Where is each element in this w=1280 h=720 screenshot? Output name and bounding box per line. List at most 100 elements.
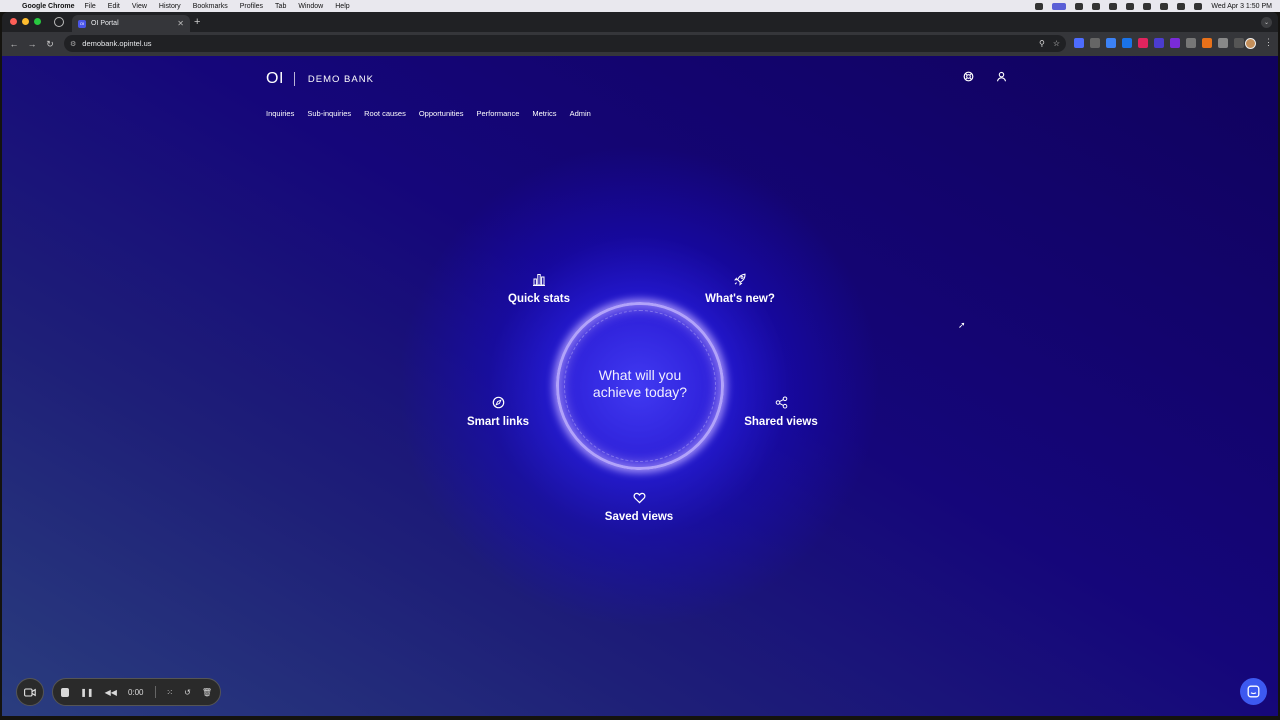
mic-icon[interactable] [1035,2,1044,10]
menu-profiles[interactable]: Profiles [240,3,263,10]
menubar-status-area: Wed Apr 3 1:50 PM [1035,0,1272,12]
pinned-tab-icon[interactable] [54,17,64,27]
menubar-app-name[interactable]: Google Chrome [22,3,75,10]
help-ring-icon[interactable] [961,71,975,85]
status-app-icon[interactable] [1092,2,1101,10]
browser-toolbar: ← → ↻ ⚙ demobank.opintel.us ⚲ ☆ ⋮ [2,32,1278,56]
tab-search-button[interactable]: ⌄ [1261,17,1272,28]
orb-prompt: What will you achieve today? [572,367,708,401]
status-app-icon[interactable] [1109,2,1118,10]
nav-admin[interactable]: Admin [570,109,591,118]
tab-title: OI Portal [91,20,119,27]
main-nav: Inquiries Sub-inquiries Root causes Oppo… [266,109,591,118]
url-text[interactable]: demobank.opintel.us [82,39,151,48]
menu-edit[interactable]: Edit [108,3,120,10]
nav-inquiries[interactable]: Inquiries [266,109,294,118]
tab-strip: OI OI Portal ✕ + ⌄ [2,12,1278,32]
back-button[interactable]: ← [5,39,23,49]
extension-icon[interactable] [1090,38,1100,48]
menu-view[interactable]: View [132,3,147,10]
menu-bookmarks[interactable]: Bookmarks [193,3,228,10]
shared-views-label: Shared views [744,416,818,428]
nav-metrics[interactable]: Metrics [532,109,556,118]
chat-launcher-button[interactable] [1240,678,1267,705]
extension-icon[interactable] [1186,38,1196,48]
menu-file[interactable]: File [85,3,96,10]
clock[interactable]: Wed Apr 3 1:50 PM [1211,3,1272,10]
quick-stats-button[interactable]: Quick stats [502,273,576,307]
bank-name: DEMO BANK [307,73,374,85]
favicon: OI [78,19,86,28]
extension-icon[interactable] [1122,38,1132,48]
nav-sub-inquiries[interactable]: Sub-inquiries [307,109,351,118]
address-bar[interactable]: ⚙ demobank.opintel.us ⚲ ☆ [64,35,1066,52]
profile-avatar[interactable] [1245,38,1256,49]
zoom-icon[interactable]: ⚲ [1039,39,1045,48]
brand-logo[interactable]: OI DEMO BANK [266,70,374,88]
search-icon[interactable] [1194,2,1203,10]
share-icon [740,396,822,410]
saved-views-button[interactable]: Saved views [600,491,678,525]
rewind-icon[interactable]: ◀◀ [105,688,117,697]
wifi-icon[interactable] [1160,2,1169,10]
logo-divider [293,72,295,86]
smart-links-label: Smart links [467,416,529,428]
nav-performance[interactable]: Performance [476,109,519,118]
bar-chart-icon [502,273,576,287]
extension-icon[interactable] [1170,38,1180,48]
nav-opportunities[interactable]: Opportunities [419,109,464,118]
whats-new-button[interactable]: What's new? [700,273,780,307]
site-info-icon[interactable]: ⚙ [70,40,76,48]
heart-icon [600,491,678,505]
window-controls [10,18,41,25]
extension-icon[interactable] [1106,38,1116,48]
forward-button[interactable]: → [23,39,41,49]
zoom-window-button[interactable] [34,18,41,25]
recorder-toolbar: ❚❚ ◀◀ 0:00 ⁙ ↺ 🗑 [52,678,221,706]
menu-window[interactable]: Window [298,3,323,10]
tab-close-icon[interactable]: ✕ [177,19,184,28]
compass-icon [462,396,534,410]
browser-menu-icon[interactable]: ⋮ [1264,37,1273,48]
menu-tab[interactable]: Tab [275,3,286,10]
whats-new-label: What's new? [705,293,775,305]
menu-history[interactable]: History [159,3,181,10]
reload-button[interactable]: ↻ [41,39,59,50]
extension-icon[interactable] [1074,38,1084,48]
tab-oi-portal[interactable]: OI OI Portal ✕ [72,15,190,32]
nav-root-causes[interactable]: Root causes [364,109,406,118]
minimize-window-button[interactable] [22,18,29,25]
extension-icon[interactable] [1138,38,1148,48]
shared-views-button[interactable]: Shared views [740,396,822,430]
extensions-puzzle-icon[interactable] [1234,38,1244,48]
menu-help[interactable]: Help [335,3,349,10]
orb-prompt-line2: achieve today? [592,384,688,400]
chat-icon [1247,685,1260,698]
control-center-icon[interactable] [1177,2,1186,10]
grid-icon[interactable]: ⁙ [166,688,173,697]
restart-icon[interactable]: ↺ [184,688,191,697]
saved-views-label: Saved views [604,511,674,523]
extensions-area [1074,38,1244,48]
extension-icon[interactable] [1202,38,1212,48]
video-camera-icon [24,687,36,697]
user-icon[interactable] [994,71,1008,85]
screen-share-icon[interactable] [1052,2,1067,10]
macos-menubar: Google Chrome File Edit View History Boo… [0,0,1280,12]
pause-icon[interactable]: ❚❚ [80,688,93,697]
orb-prompt-line1: What will you [598,367,682,383]
extension-icon[interactable] [1154,38,1164,48]
status-app-icon[interactable] [1126,2,1135,10]
bookmark-star-icon[interactable]: ☆ [1053,39,1060,48]
recorder-camera-button[interactable] [16,678,44,706]
trash-icon[interactable]: 🗑 [202,688,212,697]
status-app-icon[interactable] [1075,2,1084,10]
close-window-button[interactable] [10,18,17,25]
smart-links-button[interactable]: Smart links [462,396,534,430]
new-tab-button[interactable]: + [194,16,200,28]
browser-window: OI OI Portal ✕ + ⌄ ← → ↻ ⚙ demobank.opin… [2,12,1278,56]
battery-icon[interactable] [1143,2,1152,10]
extension-icon[interactable] [1218,38,1228,48]
recording-timer: 0:00 [127,687,144,697]
stop-recording-button[interactable] [61,687,70,697]
